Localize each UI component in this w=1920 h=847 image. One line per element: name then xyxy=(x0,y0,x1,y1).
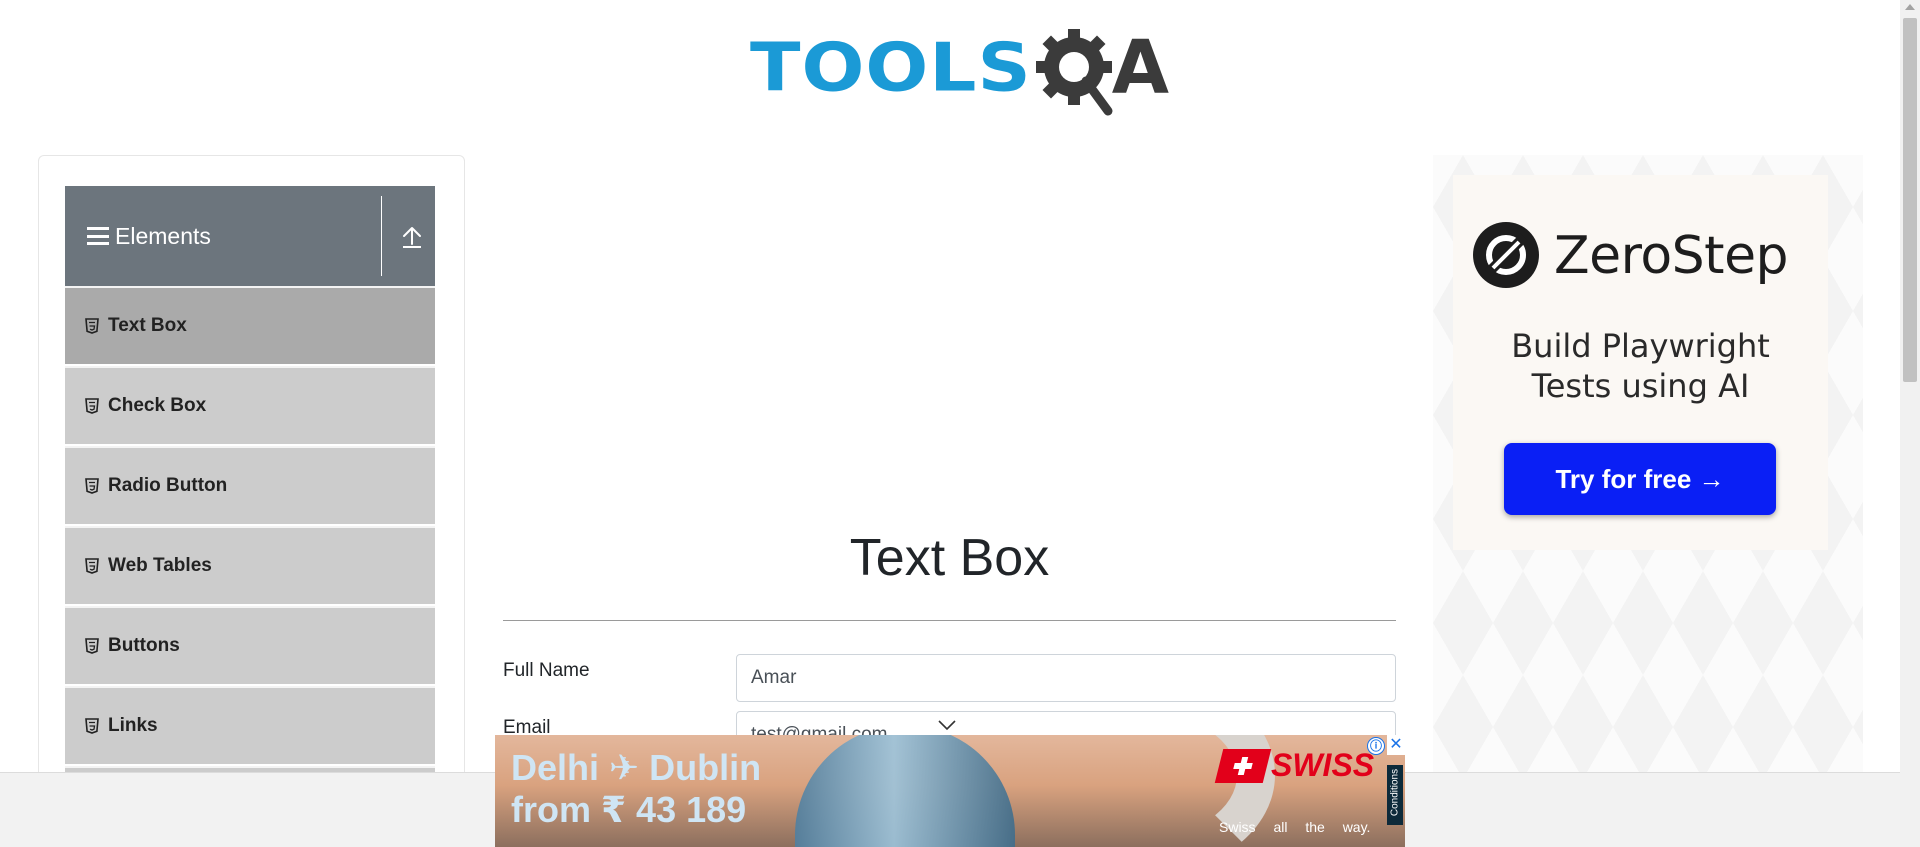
toolsqa-logo[interactable]: TOOLS A xyxy=(750,18,1169,118)
zerostep-tagline: Build Playwright Tests using AI xyxy=(1453,326,1828,406)
ad-headline: Delhi ✈ Dublin from ₹ 43 189 xyxy=(511,747,761,831)
collapse-arrow-icon[interactable] xyxy=(399,222,425,250)
sidebar-item-label: Buttons xyxy=(108,635,180,656)
ad-headline-price: from ₹ 43 189 xyxy=(511,789,747,830)
sidebar-item-links[interactable]: Links xyxy=(65,686,435,764)
swiss-logo: SWISS xyxy=(1214,747,1375,784)
tagline-line-2: Tests using AI xyxy=(1531,367,1750,405)
sidebar-item-radio-button[interactable]: Radio Button xyxy=(65,446,435,524)
hamburger-icon xyxy=(87,227,109,245)
logo-text-tools: TOOLS xyxy=(750,29,1032,107)
sidebar-item-check-box[interactable]: Check Box xyxy=(65,366,435,444)
sidebar-item-label: Links xyxy=(108,715,158,736)
swiss-banner-ad[interactable]: Delhi ✈ Dublin from ₹ 43 189 SWISS Swiss… xyxy=(495,735,1405,847)
sidebar-item-web-tables[interactable]: Web Tables xyxy=(65,526,435,604)
sidebar-item-label: Web Tables xyxy=(108,555,212,576)
ad-conditions-tab[interactable]: Conditions xyxy=(1387,765,1403,825)
sidebar-item-label: Check Box xyxy=(108,395,207,416)
html5-icon xyxy=(85,318,99,334)
scroll-up-arrow-icon[interactable] xyxy=(1905,4,1915,10)
logo-text-a: A xyxy=(1111,25,1170,111)
group-title: Elements xyxy=(115,222,211,249)
page-title: Text Box xyxy=(849,529,1050,587)
gear-magnifier-icon xyxy=(1035,27,1118,116)
title-divider xyxy=(503,620,1396,621)
tagline-line-1: Build Playwright xyxy=(1511,327,1770,365)
ad-close-icon[interactable]: ✕ xyxy=(1387,735,1405,755)
sidebar-item-label: Radio Button xyxy=(108,475,228,496)
header-divider xyxy=(381,196,382,276)
scrollbar-thumb[interactable] xyxy=(1903,18,1917,382)
sidebar-item-buttons[interactable]: Buttons xyxy=(65,606,435,684)
autofill-chevron-down-icon[interactable] xyxy=(937,718,957,731)
full-name-input[interactable] xyxy=(736,654,1396,702)
sidebar-item-label: Text Box xyxy=(108,315,187,336)
zerostep-brand: ZeroStep xyxy=(1554,226,1789,286)
elements-group-header[interactable]: Elements xyxy=(65,186,435,286)
html5-icon xyxy=(85,558,99,574)
try-for-free-button[interactable]: Try for free → xyxy=(1504,443,1776,515)
full-name-label: Full Name xyxy=(503,660,590,681)
zerostep-logo-icon xyxy=(1473,222,1539,288)
sidebar-item-text-box[interactable]: Text Box xyxy=(65,286,435,364)
ad-info-icon[interactable]: ⓘ xyxy=(1367,737,1385,755)
ad-headline-route: Delhi ✈ Dublin xyxy=(511,747,762,788)
html5-icon xyxy=(85,398,99,414)
html5-icon xyxy=(85,638,99,654)
html5-icon xyxy=(85,478,99,494)
swiss-brand: SWISS xyxy=(1271,747,1375,783)
html5-icon xyxy=(85,718,99,734)
page: TOOLS A Elements Text Box Check Box Radi… xyxy=(0,0,1920,847)
ad-conditions-label: Conditions xyxy=(1389,768,1401,817)
swiss-slogan: Swiss all the way. xyxy=(1219,819,1371,835)
swiss-flag-icon xyxy=(1214,748,1272,783)
ad-building-graphic xyxy=(795,735,1015,847)
